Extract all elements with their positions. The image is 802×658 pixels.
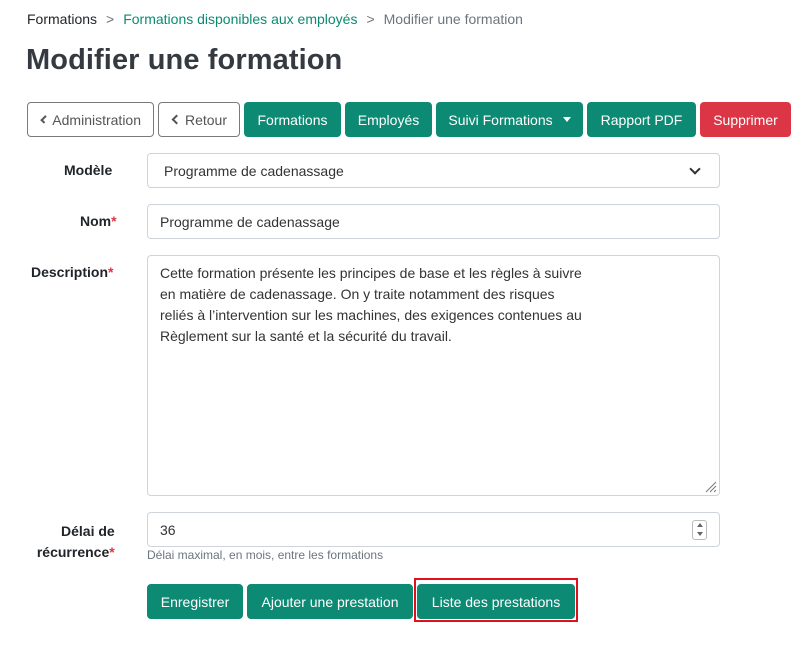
delai-label: Délai de récurrence* [37, 521, 115, 563]
delai-number-input[interactable]: 36 [147, 512, 720, 547]
retour-button-label: Retour [184, 111, 227, 128]
delai-label-line1: Délai de [61, 523, 115, 539]
breadcrumb-separator: > [366, 11, 375, 27]
ajouter-prestation-button[interactable]: Ajouter une prestation [247, 584, 413, 619]
chevron-left-icon [171, 114, 182, 125]
modele-label: Modèle [64, 162, 113, 178]
nom-input-value: Programme de cadenassage [160, 213, 340, 230]
supprimer-button[interactable]: Supprimer [700, 102, 791, 137]
nom-input[interactable]: Programme de cadenassage [147, 204, 720, 239]
description-line: Règlement sur la santé et la sécurité du… [160, 328, 452, 344]
administration-button[interactable]: Administration [27, 102, 154, 137]
delai-label-line2: récurrence* [33, 542, 115, 563]
nom-label-text: Nom [80, 213, 112, 229]
delai-label-line2-text: récurrence [36, 544, 110, 560]
retour-button[interactable]: Retour [158, 102, 240, 137]
required-asterisk: * [109, 544, 115, 560]
delai-help-text: Délai maximal, en mois, entre les format… [147, 548, 384, 562]
rapport-pdf-button[interactable]: Rapport PDF [587, 102, 696, 137]
spin-up-icon[interactable] [696, 523, 703, 527]
required-asterisk: * [108, 264, 114, 280]
breadcrumb-formations[interactable]: Formations [27, 11, 97, 27]
description-line: Cette formation présente les principes d… [160, 265, 582, 281]
delai-input-value: 36 [160, 521, 176, 538]
suivi-formations-dropdown[interactable]: Suivi Formations [436, 102, 583, 137]
description-line: en matière de cadenassage. On y traite n… [160, 286, 555, 302]
toolbar: Administration Retour Formations Employé… [27, 102, 791, 137]
modele-select-value: Programme de cadenassage [164, 162, 344, 179]
breadcrumb-separator: > [106, 11, 115, 27]
breadcrumb: Formations > Formations disponibles aux … [27, 11, 523, 27]
required-asterisk: * [111, 213, 117, 229]
suivi-formations-label: Suivi Formations [448, 111, 553, 128]
formations-button[interactable]: Formations [244, 102, 341, 137]
chevron-left-icon [40, 115, 49, 124]
highlight-box [414, 578, 578, 622]
administration-button-label: Administration [52, 111, 141, 128]
resize-handle-icon[interactable] [705, 481, 717, 493]
caret-down-icon [562, 117, 571, 122]
breadcrumb-current: Modifier une formation [383, 11, 523, 27]
employes-button[interactable]: Employés [345, 102, 432, 137]
description-label-text: Description [31, 264, 109, 280]
page-title: Modifier une formation [26, 44, 343, 76]
description-textarea[interactable]: Cette formation présente les principes d… [147, 255, 720, 496]
description-label: Description* [31, 264, 113, 280]
enregistrer-button[interactable]: Enregistrer [147, 584, 243, 619]
description-line: reliés à l’intervention sur les machines… [160, 307, 582, 323]
number-spinner[interactable] [692, 519, 707, 540]
breadcrumb-formations-disponibles[interactable]: Formations disponibles aux employés [123, 11, 357, 27]
nom-label: Nom* [80, 213, 117, 229]
modele-select[interactable]: Programme de cadenassage [147, 153, 720, 188]
chevron-down-icon [689, 162, 701, 175]
spin-down-icon[interactable] [696, 532, 703, 536]
